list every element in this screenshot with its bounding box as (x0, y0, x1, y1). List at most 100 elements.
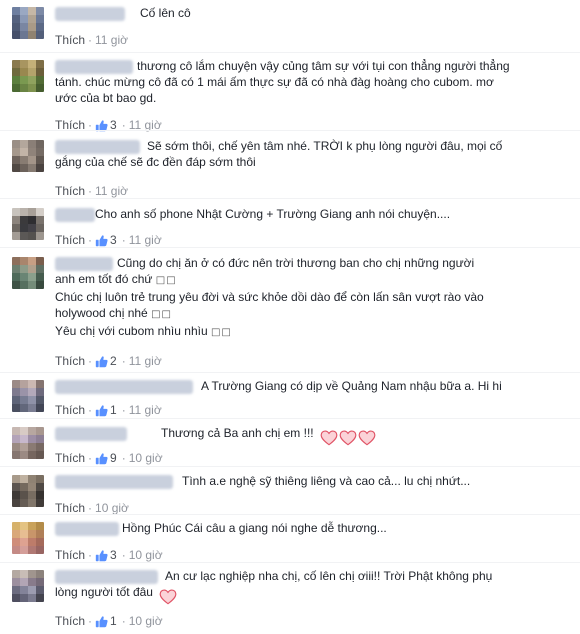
like-link[interactable]: Thích (55, 614, 85, 628)
comment-meta: Thích · 3 · 10 giờ (55, 547, 163, 563)
avatar-pixel (36, 76, 44, 84)
avatar[interactable] (12, 570, 44, 602)
avatar-pixel (36, 216, 44, 224)
heart-emoji-icon (358, 430, 376, 446)
comment-line: gắng của chế sẽ đc đền đáp sớm thôi (55, 155, 256, 169)
avatar-pixel (12, 451, 20, 459)
avatar-pixel (12, 475, 20, 483)
avatar[interactable] (12, 208, 44, 240)
heart-emoji-icon (159, 589, 177, 605)
avatar-pixel (20, 451, 28, 459)
comment-timestamp[interactable]: 11 giờ (129, 403, 162, 417)
comment-timestamp[interactable]: 10 giờ (129, 451, 163, 465)
divider (0, 466, 580, 467)
like-link[interactable]: Thích (55, 233, 85, 247)
avatar-pixel (12, 31, 20, 39)
like-thumb-icon (95, 405, 108, 417)
avatar-pixel (12, 499, 20, 507)
avatar-pixel (20, 140, 28, 148)
avatar-pixel (36, 208, 44, 216)
avatar-pixel (36, 530, 44, 538)
avatar-pixel (20, 257, 28, 265)
like-count-value: 3 (110, 548, 117, 562)
like-count[interactable]: 1 (95, 614, 119, 628)
comment-line: anh em tốt đó chứ □□ (55, 271, 566, 289)
avatar[interactable] (12, 7, 44, 39)
like-count[interactable]: 3 (95, 233, 119, 247)
avatar-pixel (28, 60, 36, 68)
avatar-pixel (28, 84, 36, 92)
like-link[interactable]: Thích (55, 184, 85, 198)
comment-text: An cư lạc nghiệp nha chị, cố lên chị ơii… (55, 568, 566, 605)
comment-line: Cái câu a giang nói nghe dễ thương... (184, 521, 387, 535)
avatar-pixel (36, 499, 44, 507)
like-link[interactable]: Thích (55, 33, 85, 47)
avatar-pixel (20, 483, 28, 491)
avatar-pixel (20, 60, 28, 68)
comment-timestamp[interactable]: 11 giờ (95, 184, 128, 198)
avatar-pixel (28, 164, 36, 172)
avatar-pixel (28, 546, 36, 554)
avatar-pixel (28, 388, 36, 396)
like-count[interactable]: 2 (95, 354, 119, 368)
avatar-pixel (12, 586, 20, 594)
comment-line: Thương cả Ba anh chị em !!! (55, 425, 566, 446)
like-link[interactable]: Thích (55, 403, 85, 417)
avatar-pixel (20, 265, 28, 273)
avatar-pixel (36, 396, 44, 404)
avatar[interactable] (12, 522, 44, 554)
avatar-pixel (20, 84, 28, 92)
like-count[interactable]: 9 (95, 451, 119, 465)
heart-emojis (159, 588, 178, 605)
avatar-pixel (28, 15, 36, 23)
like-link[interactable]: Thích (55, 501, 85, 515)
separator-dot: · (121, 403, 126, 417)
commenter-name-text[interactable]: Hồng Phúc (55, 521, 181, 535)
emoji-placeholder-icon: □□ (151, 309, 172, 320)
avatar-pixel (12, 84, 20, 92)
divider (0, 247, 580, 248)
like-count[interactable]: 3 (95, 548, 119, 562)
avatar[interactable] (12, 257, 44, 289)
avatar-pixel (12, 443, 20, 451)
avatar-pixel (12, 216, 20, 224)
comment-meta: Thích · 11 giờ (55, 183, 128, 199)
divider (0, 372, 580, 373)
comment-line: lòng người tốt đâu (55, 584, 566, 605)
comment-timestamp[interactable]: 10 giờ (129, 614, 163, 628)
divider (0, 514, 580, 515)
separator-dot: · (121, 548, 126, 562)
comment-timestamp[interactable]: 10 giờ (95, 501, 129, 515)
comment-text: Cố lên cô (55, 5, 566, 21)
like-count-value: 9 (110, 451, 117, 465)
like-count-value: 1 (110, 403, 117, 417)
avatar[interactable] (12, 140, 44, 172)
separator-dot: · (121, 614, 126, 628)
avatar-pixel (20, 546, 28, 554)
comment-line: Tình a.e nghệ sỹ thiêng liêng và cao cả.… (182, 474, 471, 488)
avatar-pixel (20, 7, 28, 15)
comment-line: Cho anh số phone Nhật Cường + Trường Gia… (95, 207, 451, 221)
avatar[interactable] (12, 475, 44, 507)
comment-timestamp[interactable]: 11 giờ (129, 233, 162, 247)
avatar[interactable] (12, 427, 44, 459)
like-count[interactable]: 1 (95, 403, 119, 417)
avatar[interactable] (12, 380, 44, 412)
like-link[interactable]: Thích (55, 548, 85, 562)
avatar-pixel (36, 570, 44, 578)
separator-dot: · (88, 548, 93, 562)
avatar-pixel (20, 443, 28, 451)
avatar-pixel (20, 208, 28, 216)
like-link[interactable]: Thích (55, 354, 85, 368)
avatar-pixel (36, 443, 44, 451)
separator-dot: · (88, 403, 93, 417)
comment-timestamp[interactable]: 11 giờ (129, 354, 162, 368)
avatar-pixel (12, 68, 20, 76)
comment-timestamp[interactable]: 11 giờ (95, 33, 128, 47)
avatar-pixel (36, 265, 44, 273)
comment-timestamp[interactable]: 10 giờ (129, 548, 163, 562)
emoji-placeholder-icon: □□ (155, 275, 177, 286)
avatar[interactable] (12, 60, 44, 92)
avatar-pixel (36, 23, 44, 31)
like-link[interactable]: Thích (55, 451, 85, 465)
